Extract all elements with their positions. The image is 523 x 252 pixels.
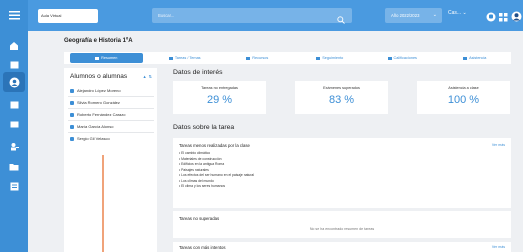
student-name: Roberto Fernández Carazo [77,112,126,117]
topbar: Aula Virtual Año 2022/2023 ⌄ Cas... ⌄ [28,0,523,31]
tab-label: Recursos [252,56,269,60]
menu-icon[interactable] [7,8,21,22]
main-content: Geografía e Historia 1ºA Resumen Tareas … [28,31,523,252]
students-title: Alumnos o alumnas [70,73,128,80]
student-icon [70,112,74,117]
app-logo[interactable]: Aula Virtual [38,9,98,23]
search-input[interactable] [158,11,328,20]
search-box[interactable] [152,8,352,24]
search-icon[interactable] [337,11,345,29]
student-item[interactable]: Roberto Fernández Carazo [70,112,125,117]
tasks-icon [168,56,173,60]
user-select[interactable]: Cas... ⌄ [448,10,467,16]
user-add-icon[interactable] [7,139,21,153]
divider [68,96,154,97]
stat-card: Asistencia a clase 100 % [417,81,510,114]
student-icon [70,88,74,93]
card-title: Tareas con más intentos [179,245,226,250]
see-more-link[interactable]: Ver más [492,143,505,147]
chevron-down-icon: ⌄ [432,12,437,18]
profile-icon[interactable] [511,9,522,27]
student-name: Silvia Romero González [77,100,120,105]
notifications-icon[interactable] [486,9,496,27]
failed-card: Tareas no superadas No se ha encontrado … [173,211,511,238]
filter-icon[interactable]: ⇅ [149,74,152,79]
year-select[interactable]: Año 2022/2023 ⌄ [385,8,442,23]
tab-bar: Resumen Tareas / Temas Recursos Seguimie… [64,52,511,64]
list-item: • Los efectos del ser humano en el paisa… [179,173,255,177]
divider [68,108,154,109]
see-more-link[interactable]: Ver más [492,245,505,249]
logo-text: Aula Virtual [41,13,62,18]
stat-value: 100 % [447,94,480,106]
student-icon [70,100,74,105]
task-list: • El cambio climático • Materiales de co… [179,151,254,190]
student-icon [70,136,74,141]
student-name: Alejandro López Moreno [77,88,121,93]
students-panel: Alumnos o alumnas ▲ ⇅ Alejandro López Mo… [64,68,157,252]
card-title: Tareas menos realizadas por la clase [179,143,250,148]
divider [68,120,154,121]
page-title: Geografía e Historia 1ºA [64,38,133,44]
tab-asistencia[interactable]: Asistencia [439,52,512,64]
grid-icon[interactable] [7,179,21,193]
person-icon[interactable] [7,75,21,89]
list-item: • El clima y los seres humanos [179,184,226,188]
add-student-icon[interactable]: ▲ [143,74,147,79]
stat-value: 83 % [328,94,355,106]
attempts-card: Tareas con más intentos Ver más [173,242,511,252]
section-heading: Datos sobre la tarea [173,124,235,131]
student-name: Sergio Gil Velasco [77,136,110,141]
student-item[interactable]: María García Alonso [70,124,113,129]
tab-label: Asistencia [469,56,487,60]
student-item[interactable]: Alejandro López Moreno [70,88,121,93]
student-name: María García Alonso [77,124,114,129]
chat-icon[interactable] [7,118,21,132]
inbox-icon[interactable] [7,98,21,112]
stat-label: Asistencia a clase [448,86,479,90]
tab-tareas[interactable]: Tareas / Temas [149,52,222,64]
students-actions: ▲ ⇅ [143,74,152,79]
tab-label: Seguimiento [322,56,344,60]
top-icons [486,9,522,27]
folder-icon [246,56,251,60]
less-done-card: Tareas menos realizadas por la clase Ver… [173,138,511,208]
attendance-icon [463,56,468,60]
card-title: Tareas no superadas [179,216,220,221]
student-icon [70,124,74,129]
divider [68,132,154,133]
apps-icon[interactable] [499,9,508,27]
student-item[interactable]: Silvia Romero González [70,100,120,105]
stat-label: Tareas no entregadas [201,86,238,90]
tab-recursos[interactable]: Recursos [221,52,294,64]
grades-icon [387,56,392,60]
calendar-icon[interactable] [7,57,21,71]
folder-icon[interactable] [7,160,21,174]
stat-value: 29 % [206,94,233,106]
tab-calificaciones[interactable]: Calificaciones [366,52,439,64]
tab-label: Calificaciones [393,56,417,60]
chart-icon [316,56,321,60]
tab-label: Resumen [101,56,118,60]
year-select-value: Año 2022/2023 [391,13,420,18]
user-name: Cas... [448,10,462,16]
stat-card: Tareas no entregadas 29 % [173,81,266,114]
tab-resumen[interactable]: Resumen [70,53,143,63]
chevron-down-icon: ⌄ [462,10,467,16]
stat-card: Exámenes superados 83 % [295,81,388,114]
sidebar [0,0,28,252]
home-icon[interactable] [7,39,21,53]
stat-label: Exámenes superados [323,86,360,90]
empty-message: No se ha encontrado resumen de tareas [309,227,375,231]
summary-icon [95,56,100,60]
student-item[interactable]: Sergio Gil Velasco [70,136,110,141]
tab-seguimiento[interactable]: Seguimiento [294,52,367,64]
tab-label: Tareas / Temas [174,56,201,60]
timeline-bar [102,155,104,252]
section-heading: Datos de interés [173,69,223,76]
